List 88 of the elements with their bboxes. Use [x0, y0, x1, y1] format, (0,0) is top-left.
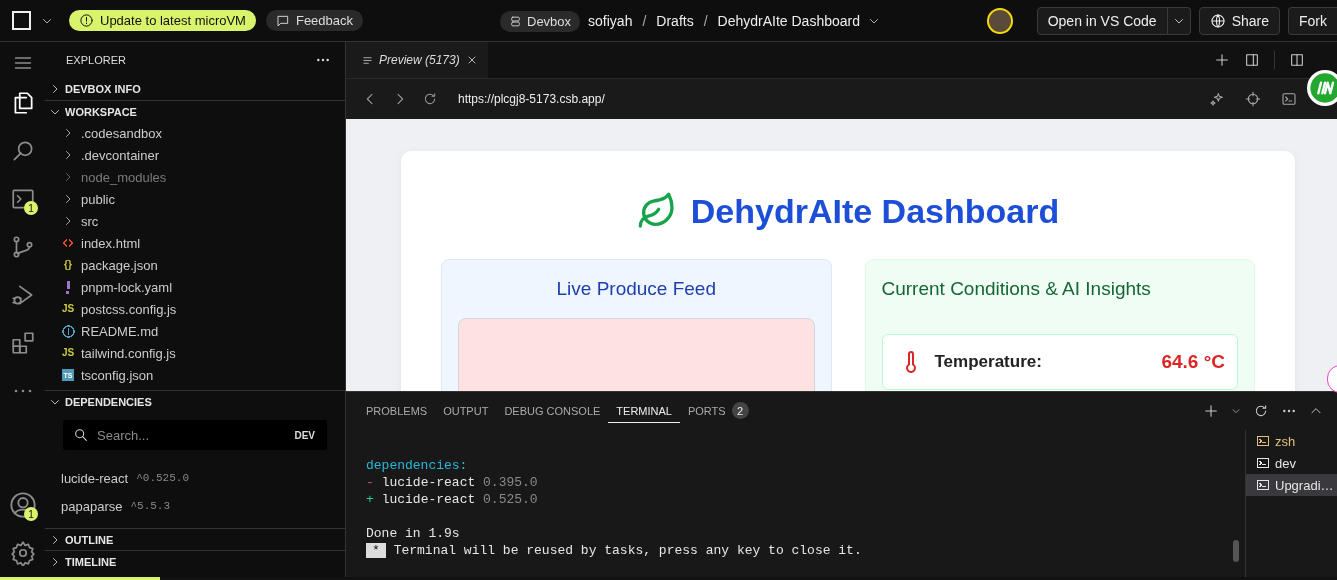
terminal-list-item[interactable]: dev [1246, 452, 1337, 474]
section-header[interactable]: WORKSPACE [45, 100, 345, 122]
terminal-line: - lucide-react 0.395.0 [366, 474, 539, 491]
share-button[interactable]: Share [1198, 6, 1280, 35]
metric-value: 64.6 °C [1161, 351, 1225, 373]
dashboard-title: DehydrAIte Dashboard [690, 194, 1060, 228]
panel-title: Live Produce Feed [555, 278, 717, 300]
terminal-list-item[interactable]: zsh [1246, 430, 1337, 452]
crosshair-icon [1245, 91, 1261, 107]
panel-tab[interactable]: TERMINAL [608, 399, 680, 423]
file-tree-item[interactable]: {} package.json [45, 254, 345, 276]
scrollbar[interactable] [1233, 540, 1239, 562]
terminal-icon [1281, 91, 1297, 107]
file-type-icon: JS [61, 302, 75, 316]
dependency-version: ^5.5.3 [130, 500, 171, 512]
file-tree-item[interactable]: JS tailwind.config.js [45, 342, 345, 364]
activity-button[interactable]: 1 [0, 175, 45, 223]
chevron-down-icon [1231, 406, 1241, 416]
leaf-icon [636, 191, 677, 231]
account-icon [8, 491, 37, 519]
terminal[interactable]: dependencies: - lucide-react 0.395.0 + lucide-react 0.525.0 Done in 1.9s * Terminal will be reused by tasks, press any key to close it. [346, 430, 1245, 577]
sidebar-title: EXPLORER [66, 54, 126, 66]
terminal-line: * Terminal will be reused by tasks, press any key to close it. [366, 542, 1225, 559]
breadcrumb-item[interactable]: sofiyah [588, 13, 633, 29]
breadcrumb-separator: / [642, 13, 647, 29]
plus-icon [1203, 403, 1219, 419]
settings-icon [9, 540, 36, 566]
file-tree-item[interactable]: public [45, 188, 345, 210]
count-badge: 2 [731, 402, 749, 419]
file-tree-item[interactable]: README.md [45, 320, 345, 342]
panel-title: Current Conditions & AI Insights [881, 278, 1152, 300]
search-icon [73, 427, 89, 443]
breadcrumb-separator: / [703, 13, 708, 29]
address-field[interactable]: https://plcgj8-5173.csb.app/ [458, 92, 605, 106]
section-header[interactable]: OUTLINE [45, 528, 345, 550]
file-tree-item[interactable]: .devcontainer [45, 144, 345, 166]
section-header[interactable]: TIMELINE [45, 550, 345, 572]
dependency-name: papaparse [61, 498, 123, 514]
terminal-line: Done in 1.9s [366, 525, 461, 542]
logo-icon [1309, 72, 1337, 104]
search-field[interactable]: Search... DEV [63, 420, 327, 450]
reload-icon [1253, 403, 1269, 419]
file-type-icon: {} [64, 258, 72, 272]
user-avatar[interactable] [986, 7, 1013, 34]
activity-button[interactable]: 1 [0, 481, 45, 529]
notification-badge: 1 [24, 507, 38, 521]
alert-icon [79, 13, 94, 28]
panel-tab[interactable]: OUTPUT [435, 399, 497, 423]
open-vscode-button[interactable]: Open in VS Code [1036, 6, 1168, 35]
sparkle-icon [1209, 91, 1225, 107]
app-menu-icon[interactable] [12, 11, 31, 30]
dev-toggle[interactable]: DEV [294, 429, 315, 441]
panel-tab[interactable]: PORTS 2 [679, 399, 757, 423]
devbox-badge: Devbox [500, 10, 581, 32]
file-tree-item[interactable]: index.html [45, 232, 345, 254]
panel-icon [1244, 52, 1260, 68]
panel-tab[interactable]: DEBUG CONSOLE [496, 399, 609, 423]
reload-icon [422, 91, 438, 107]
terminal-line: + lucide-react 0.525.0 [366, 491, 539, 508]
update-badge[interactable]: Update to latest microVM [69, 10, 256, 31]
terminal-icon [9, 186, 36, 212]
plus-icon [1214, 52, 1230, 68]
panel-tab[interactable]: PROBLEMS [358, 399, 436, 423]
file-type-icon: JS [61, 346, 75, 360]
file-tree-item[interactable]: src [45, 210, 345, 232]
notification-badge: 1 [24, 201, 38, 215]
terminal-list-item[interactable]: Upgradi… [1246, 474, 1337, 496]
terminal-line: dependencies: [366, 457, 469, 474]
feedback-button[interactable]: Feedback [265, 10, 364, 31]
section-header[interactable]: DEPENDENCIES [45, 390, 345, 412]
globe-icon [1209, 12, 1226, 29]
lines-icon [362, 54, 373, 66]
editor-tab[interactable]: Preview (5173) [346, 42, 488, 78]
file-tree-item[interactable]: .codesandbox [45, 122, 345, 144]
dependency-version: ^0.525.0 [136, 472, 189, 484]
breadcrumb-item[interactable]: DehydrAIte Dashboard [717, 13, 860, 29]
fork-button[interactable]: Fork [1288, 6, 1337, 35]
breadcrumb-item[interactable]: Drafts [656, 13, 694, 29]
file-tree-item[interactable]: node_modules [45, 166, 345, 188]
section-header[interactable]: DEVBOX INFO [45, 78, 345, 100]
dependency-name: lucide-react [61, 470, 129, 486]
extensions-icon [9, 330, 36, 356]
split-icon [1289, 52, 1305, 68]
server-icon [509, 14, 522, 28]
chat-icon [275, 13, 290, 28]
file-tree-item[interactable]: pnpm-lock.yaml [45, 276, 345, 298]
metric-label: Temperature: [934, 352, 1042, 372]
file-tree-item[interactable]: JS postcss.config.js [45, 298, 345, 320]
